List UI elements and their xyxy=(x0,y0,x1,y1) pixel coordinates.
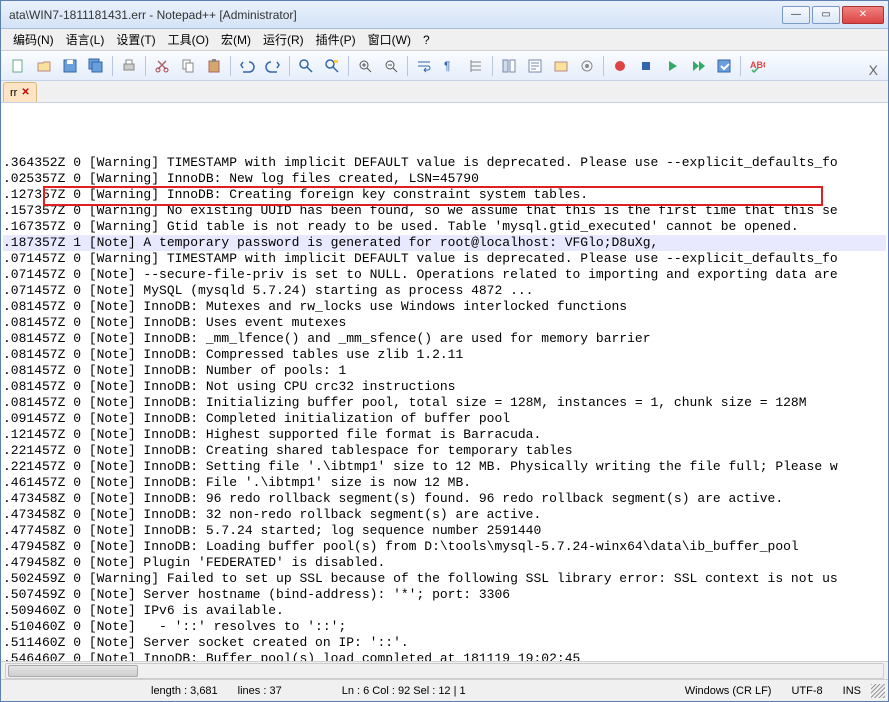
toolbar: ¶ ABC xyxy=(1,51,888,81)
log-line[interactable]: .510460Z 0 [Note] - '::' resolves to '::… xyxy=(3,619,886,635)
undo-button[interactable] xyxy=(235,54,259,78)
menu-macro[interactable]: 宏(M) xyxy=(215,29,257,50)
editor-area[interactable]: .364352Z 0 [Warning] TIMESTAMP with impl… xyxy=(1,103,888,661)
log-line[interactable]: .546460Z 0 [Note] InnoDB: Buffer pool(s)… xyxy=(3,651,886,661)
log-line[interactable]: .081457Z 0 [Note] InnoDB: Number of pool… xyxy=(3,363,886,379)
log-line[interactable]: .091457Z 0 [Note] InnoDB: Completed init… xyxy=(3,411,886,427)
new-file-button[interactable] xyxy=(6,54,30,78)
record-macro-button[interactable] xyxy=(608,54,632,78)
tab-close-icon[interactable]: ✕ xyxy=(21,87,29,98)
replace-button[interactable] xyxy=(320,54,344,78)
tab-label: rr xyxy=(10,87,17,99)
log-line[interactable]: .157357Z 0 [Warning] No existing UUID ha… xyxy=(3,203,886,219)
log-line[interactable]: .025357Z 0 [Warning] InnoDB: New log fil… xyxy=(3,171,886,187)
close-button[interactable]: ✕ xyxy=(842,6,884,24)
menu-settings[interactable]: 设置(T) xyxy=(110,29,161,50)
play-multi-button[interactable] xyxy=(686,54,710,78)
copy-button[interactable] xyxy=(176,54,200,78)
status-encoding: UTF-8 xyxy=(781,685,832,697)
log-line[interactable]: .473458Z 0 [Note] InnoDB: 96 redo rollba… xyxy=(3,491,886,507)
log-line[interactable]: .364352Z 0 [Warning] TIMESTAMP with impl… xyxy=(3,155,886,171)
title-text: ata\WIN7-1811181431.err - Notepad++ [Adm… xyxy=(5,8,782,22)
log-line[interactable]: .221457Z 0 [Note] InnoDB: Setting file '… xyxy=(3,459,886,475)
spellcheck-button[interactable]: ABC xyxy=(745,54,769,78)
log-line[interactable]: .461457Z 0 [Note] InnoDB: File '.\ibtmp1… xyxy=(3,475,886,491)
menu-language[interactable]: 语言(L) xyxy=(60,29,111,50)
log-line[interactable]: .081457Z 0 [Note] InnoDB: _mm_lfence() a… xyxy=(3,331,886,347)
status-eol: Windows (CR LF) xyxy=(675,685,782,697)
log-line[interactable]: .473458Z 0 [Note] InnoDB: 32 non-redo ro… xyxy=(3,507,886,523)
log-line[interactable]: .071457Z 0 [Warning] TIMESTAMP with impl… xyxy=(3,251,886,267)
print-button[interactable] xyxy=(117,54,141,78)
log-line[interactable]: .509460Z 0 [Note] IPv6 is available. xyxy=(3,603,886,619)
save-button[interactable] xyxy=(58,54,82,78)
menu-encoding[interactable]: 编码(N) xyxy=(7,29,60,50)
menu-window[interactable]: 窗口(W) xyxy=(362,29,417,50)
redo-button[interactable] xyxy=(261,54,285,78)
menu-help[interactable]: ? xyxy=(417,31,436,49)
log-line[interactable]: .479458Z 0 [Note] InnoDB: Loading buffer… xyxy=(3,539,886,555)
log-line[interactable]: .081457Z 0 [Note] InnoDB: Uses event mut… xyxy=(3,315,886,331)
log-line[interactable]: .121457Z 0 [Note] InnoDB: Highest suppor… xyxy=(3,427,886,443)
log-line[interactable]: .479458Z 0 [Note] Plugin 'FEDERATED' is … xyxy=(3,555,886,571)
tabbar: rr ✕ xyxy=(1,81,888,103)
open-file-button[interactable] xyxy=(32,54,56,78)
statusbar: length : 3,681 lines : 37 Ln : 6 Col : 9… xyxy=(1,679,888,701)
save-macro-button[interactable] xyxy=(712,54,736,78)
status-length: length : 3,681 xyxy=(141,685,228,697)
cut-button[interactable] xyxy=(150,54,174,78)
zoom-in-button[interactable] xyxy=(353,54,377,78)
find-button[interactable] xyxy=(294,54,318,78)
show-all-chars-button[interactable]: ¶ xyxy=(438,54,462,78)
stop-macro-button[interactable] xyxy=(634,54,658,78)
log-line[interactable]: .507459Z 0 [Note] Server hostname (bind-… xyxy=(3,587,886,603)
minimize-button[interactable]: — xyxy=(782,6,810,24)
log-line[interactable]: .081457Z 0 [Note] InnoDB: Compressed tab… xyxy=(3,347,886,363)
hscroll-row xyxy=(1,661,888,679)
log-line[interactable]: .502459Z 0 [Warning] Failed to set up SS… xyxy=(3,571,886,587)
log-line[interactable]: .081457Z 0 [Note] InnoDB: Not using CPU … xyxy=(3,379,886,395)
function-list-button[interactable] xyxy=(523,54,547,78)
menu-plugins[interactable]: 插件(P) xyxy=(310,29,362,50)
log-line[interactable]: .071457Z 0 [Note] MySQL (mysqld 5.7.24) … xyxy=(3,283,886,299)
secondary-close-icon[interactable]: X xyxy=(869,62,878,78)
status-lines: lines : 37 xyxy=(228,685,292,697)
status-ins: INS xyxy=(833,685,871,697)
hscrollbar[interactable] xyxy=(5,663,884,679)
indent-guide-button[interactable] xyxy=(464,54,488,78)
log-line[interactable]: .081457Z 0 [Note] InnoDB: Mutexes and rw… xyxy=(3,299,886,315)
log-line[interactable]: .081457Z 0 [Note] InnoDB: Initializing b… xyxy=(3,395,886,411)
wordwrap-button[interactable] xyxy=(412,54,436,78)
maximize-button[interactable]: ▭ xyxy=(812,6,840,24)
log-line[interactable]: .127357Z 0 [Warning] InnoDB: Creating fo… xyxy=(3,187,886,203)
paste-button[interactable] xyxy=(202,54,226,78)
play-macro-button[interactable] xyxy=(660,54,684,78)
folder-view-button[interactable] xyxy=(549,54,573,78)
save-all-button[interactable] xyxy=(84,54,108,78)
status-position: Ln : 6 Col : 92 Sel : 12 | 1 xyxy=(332,685,476,697)
zoom-out-button[interactable] xyxy=(379,54,403,78)
titlebar[interactable]: ata\WIN7-1811181431.err - Notepad++ [Adm… xyxy=(1,1,888,29)
resize-grip[interactable] xyxy=(871,684,885,698)
menubar: 编码(N) 语言(L) 设置(T) 工具(O) 宏(M) 运行(R) 插件(P)… xyxy=(1,29,888,51)
menu-tools[interactable]: 工具(O) xyxy=(162,29,215,50)
monitor-button[interactable] xyxy=(575,54,599,78)
log-line[interactable]: .511460Z 0 [Note] Server socket created … xyxy=(3,635,886,651)
hscroll-thumb[interactable] xyxy=(8,665,138,677)
tab-active[interactable]: rr ✕ xyxy=(3,82,37,102)
log-line[interactable]: .477458Z 0 [Note] InnoDB: 5.7.24 started… xyxy=(3,523,886,539)
log-line[interactable]: .071457Z 0 [Note] --secure-file-priv is … xyxy=(3,267,886,283)
app-window: ata\WIN7-1811181431.err - Notepad++ [Adm… xyxy=(0,0,889,702)
log-line[interactable]: .167357Z 0 [Warning] Gtid table is not r… xyxy=(3,219,886,235)
svg-text:¶: ¶ xyxy=(444,59,450,73)
menu-run[interactable]: 运行(R) xyxy=(257,29,310,50)
log-line[interactable]: .221457Z 0 [Note] InnoDB: Creating share… xyxy=(3,443,886,459)
log-line[interactable]: .187357Z 1 [Note] A temporary password i… xyxy=(3,235,886,251)
doc-map-button[interactable] xyxy=(497,54,521,78)
